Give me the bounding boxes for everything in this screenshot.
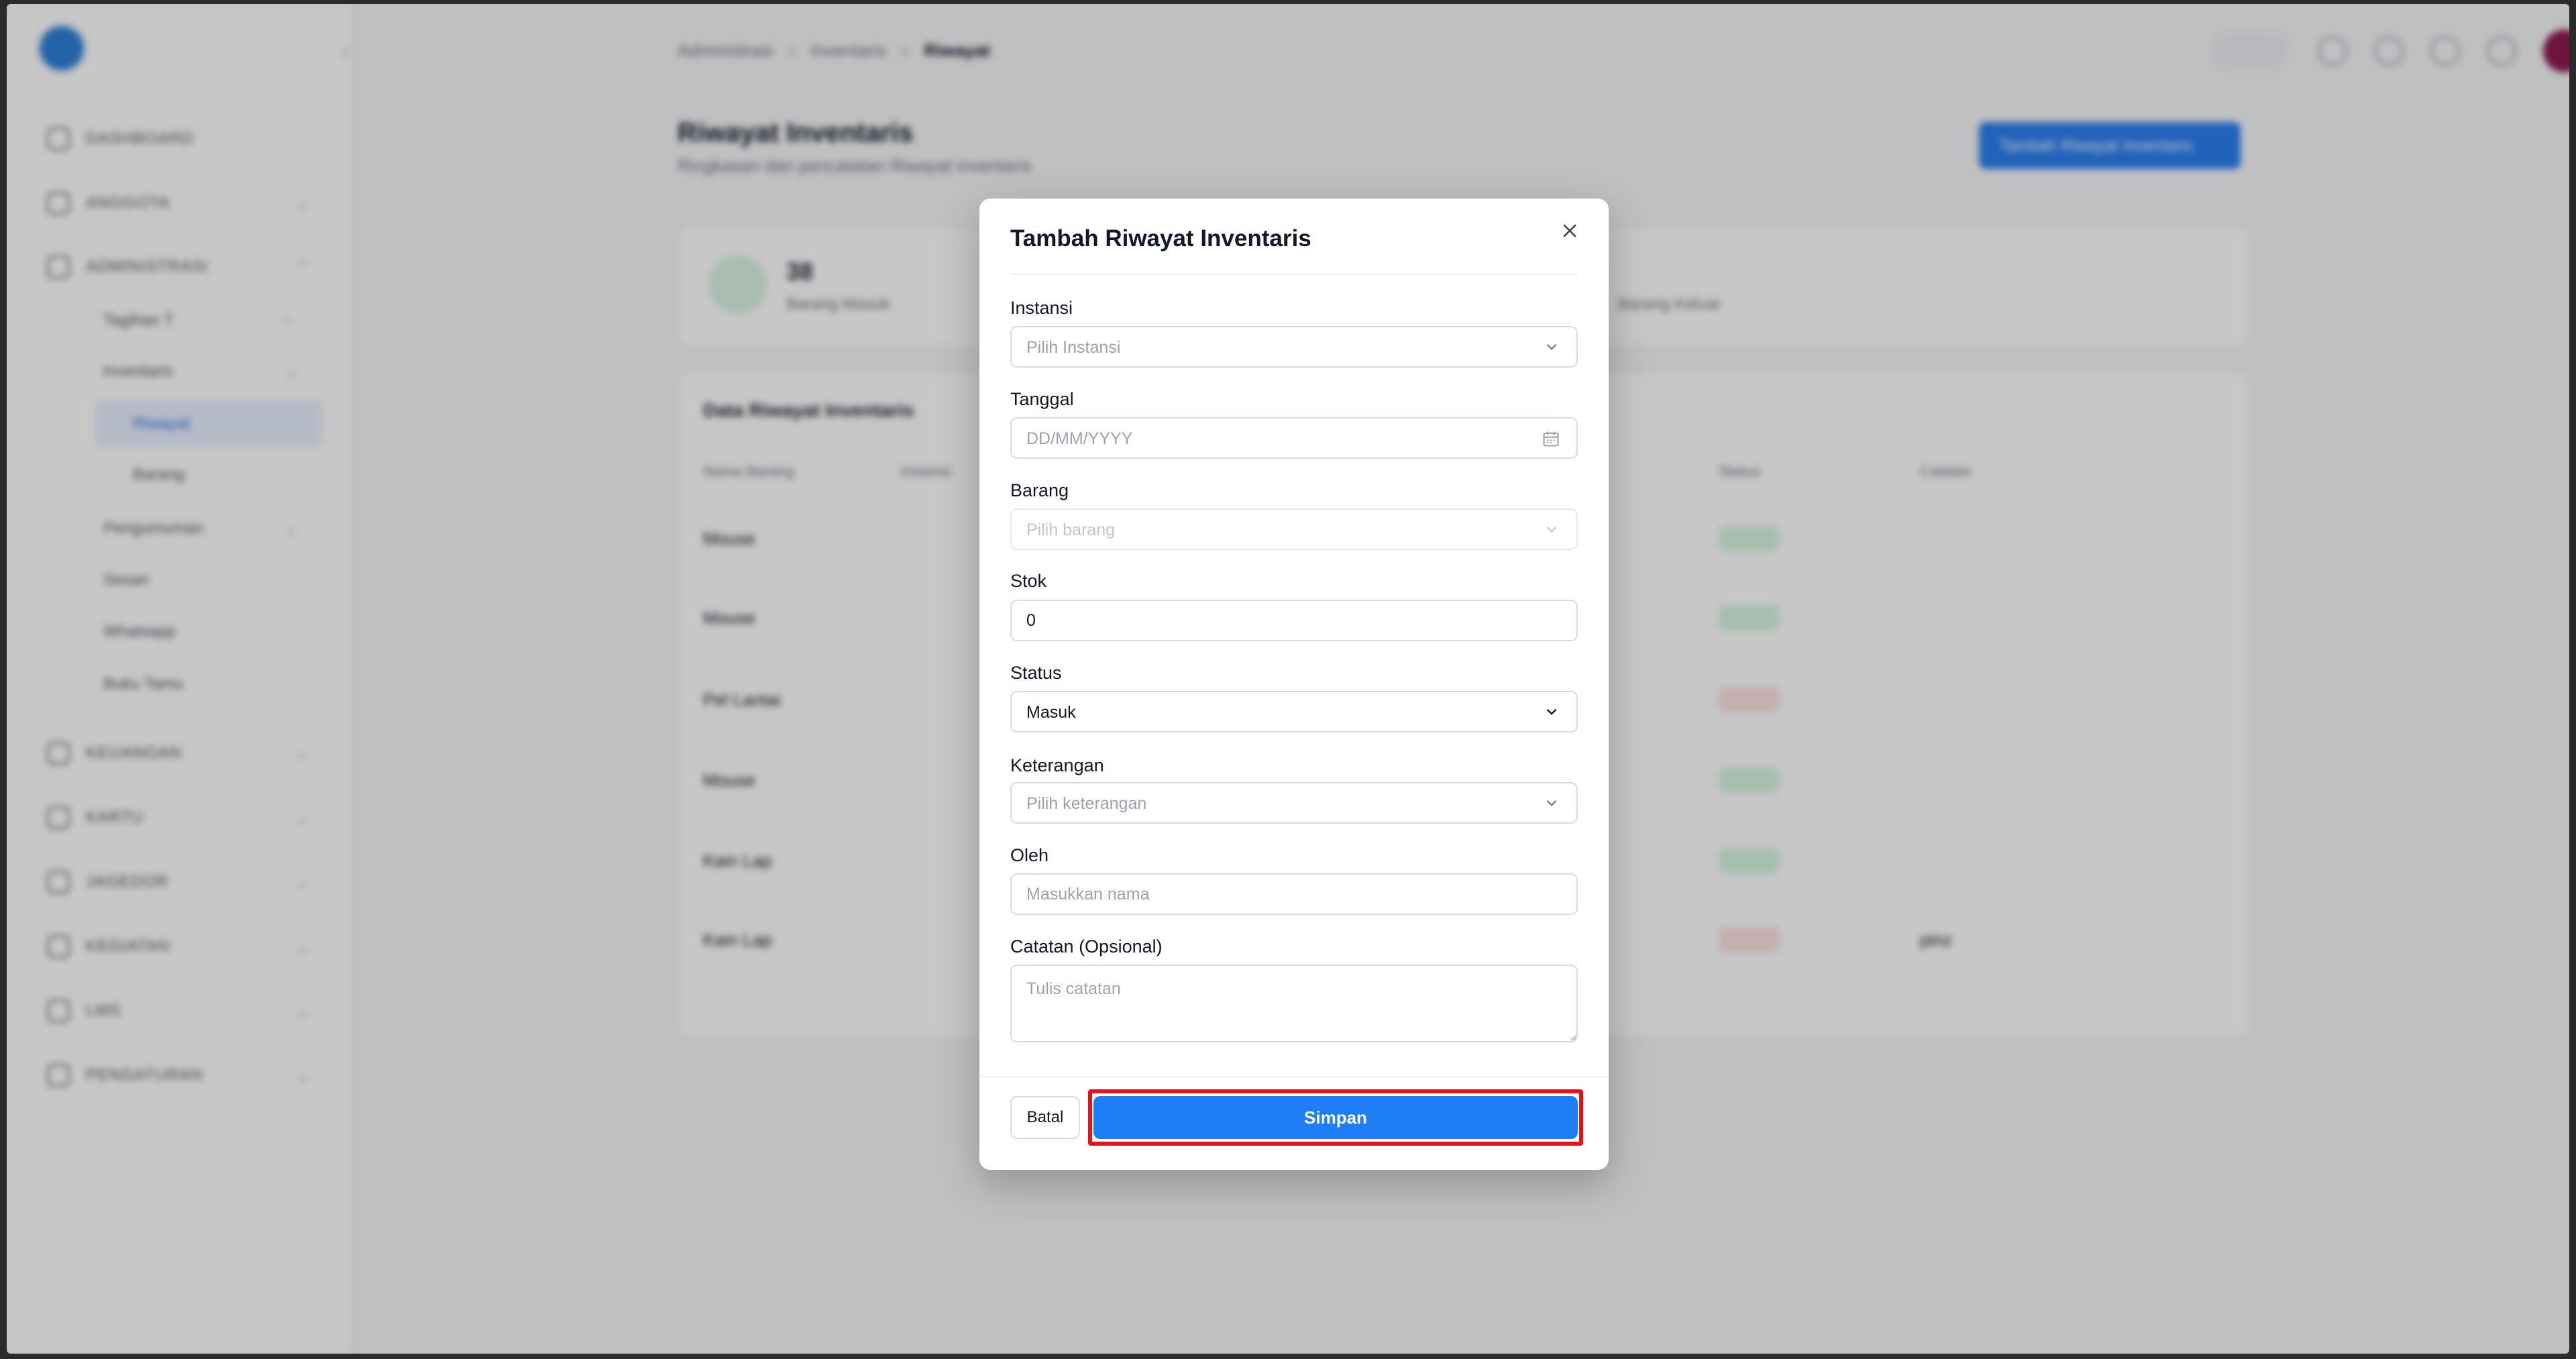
oleh-label: Oleh	[1010, 845, 1049, 865]
catatan-label: Catatan (Opsional)	[1010, 936, 1163, 957]
oleh-input[interactable]	[1010, 873, 1578, 915]
dialog-title: Tambah Riwayat Inventaris	[1010, 225, 1311, 252]
dialog-divider	[1010, 274, 1578, 275]
tanggal-label: Tanggal	[1010, 389, 1074, 409]
add-history-dialog: Tambah Riwayat Inventaris Instansi Pilih…	[979, 199, 1609, 1170]
barang-select[interactable]: Pilih barang	[1010, 508, 1578, 550]
instansi-label: Instansi	[1010, 298, 1073, 318]
keterangan-placeholder: Pilih keterangan	[1026, 794, 1147, 813]
barang-placeholder: Pilih barang	[1026, 521, 1116, 539]
tanggal-date-picker[interactable]: DD/MM/YYYY	[1010, 417, 1578, 459]
chevron-down-icon	[1546, 343, 1557, 350]
save-button[interactable]: Simpan	[1093, 1096, 1578, 1139]
close-icon[interactable]	[1556, 217, 1583, 244]
status-select[interactable]: Masuk	[1010, 691, 1578, 732]
chevron-down-icon	[1546, 800, 1557, 806]
catatan-textarea[interactable]	[1010, 965, 1578, 1042]
instansi-select[interactable]: Pilih Instansi	[1010, 326, 1578, 368]
tanggal-placeholder: DD/MM/YYYY	[1026, 429, 1133, 448]
status-label: Status	[1010, 663, 1062, 683]
chevron-down-icon	[1546, 708, 1557, 715]
cancel-button[interactable]: Batal	[1010, 1096, 1080, 1139]
stok-input[interactable]	[1010, 600, 1578, 641]
keterangan-label: Keterangan	[1010, 755, 1104, 775]
dialog-footer-divider	[979, 1076, 1609, 1077]
instansi-placeholder: Pilih Instansi	[1026, 338, 1121, 357]
status-selected-value: Masuk	[1026, 703, 1076, 722]
keterangan-select[interactable]: Pilih keterangan	[1010, 782, 1578, 824]
barang-label: Barang	[1010, 480, 1069, 500]
app-window: ‹ DASHBOARD ANGGOTA ⌄ ADMINISTRASI ⌃ Tagih…	[7, 4, 2569, 1354]
stok-label: Stok	[1010, 571, 1047, 591]
calendar-icon[interactable]	[1542, 429, 1560, 448]
chevron-down-icon	[1546, 526, 1557, 533]
